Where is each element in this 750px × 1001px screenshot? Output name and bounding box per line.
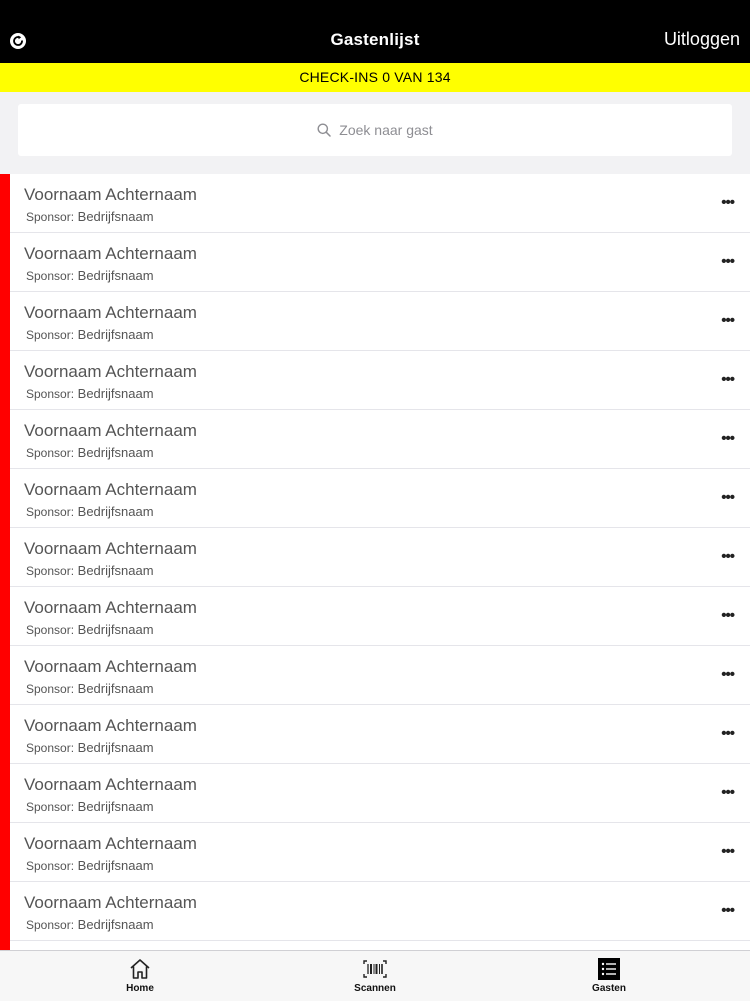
- sponsor-company: Bedrijfsnaam: [77, 563, 154, 578]
- tab-bar: Home Scannen Gasten: [0, 950, 750, 1001]
- tab-home[interactable]: Home: [100, 957, 180, 994]
- guest-name: Voornaam Achternaam: [24, 480, 197, 499]
- sponsor-company: Bedrijfsnaam: [77, 917, 154, 932]
- guest-sponsor: Sponsor: Bedrijfsnaam: [26, 799, 154, 814]
- tab-gasten[interactable]: Gasten: [569, 957, 649, 994]
- sponsor-label: Sponsor:: [26, 682, 75, 696]
- sponsor-label: Sponsor:: [26, 623, 75, 637]
- sponsor-company: Bedrijfsnaam: [77, 858, 154, 873]
- guest-sponsor: Sponsor: Bedrijfsnaam: [26, 445, 154, 460]
- sponsor-company: Bedrijfsnaam: [77, 209, 154, 224]
- page-title: Gastenlijst: [330, 30, 420, 49]
- more-options-icon[interactable]: •••: [721, 430, 735, 447]
- guest-row[interactable]: Voornaam Achternaam Sponsor: Bedrijfsnaam…: [10, 882, 750, 941]
- guest-sponsor: Sponsor: Bedrijfsnaam: [26, 681, 154, 696]
- search-input[interactable]: Zoek naar gast: [18, 104, 732, 156]
- sponsor-label: Sponsor:: [26, 918, 75, 932]
- sponsor-label: Sponsor:: [26, 564, 75, 578]
- sponsor-company: Bedrijfsnaam: [77, 445, 154, 460]
- guest-sponsor: Sponsor: Bedrijfsnaam: [26, 858, 154, 873]
- search-container: Zoek naar gast: [0, 92, 750, 174]
- more-options-icon[interactable]: •••: [721, 371, 735, 388]
- more-options-icon[interactable]: •••: [721, 666, 735, 683]
- sponsor-label: Sponsor:: [26, 800, 75, 814]
- tab-scannen[interactable]: Scannen: [335, 957, 415, 994]
- guest-name: Voornaam Achternaam: [24, 362, 197, 381]
- sponsor-company: Bedrijfsnaam: [77, 622, 154, 637]
- guest-name: Voornaam Achternaam: [24, 893, 197, 912]
- guest-name: Voornaam Achternaam: [24, 657, 197, 676]
- search-icon: [317, 123, 332, 137]
- sponsor-label: Sponsor:: [26, 328, 75, 342]
- tab-scannen-label: Scannen: [354, 983, 396, 994]
- search-placeholder: Zoek naar gast: [339, 122, 433, 138]
- tab-home-label: Home: [126, 983, 154, 994]
- guest-sponsor: Sponsor: Bedrijfsnaam: [26, 268, 154, 283]
- list-icon: [598, 958, 620, 980]
- logout-button[interactable]: Uitloggen: [664, 29, 740, 50]
- sponsor-company: Bedrijfsnaam: [77, 681, 154, 696]
- guest-row[interactable]: Voornaam Achternaam Sponsor: Bedrijfsnaam…: [10, 351, 750, 410]
- sponsor-company: Bedrijfsnaam: [77, 386, 154, 401]
- sponsor-label: Sponsor:: [26, 741, 75, 755]
- barcode-icon: [363, 960, 387, 978]
- guest-row[interactable]: Voornaam Achternaam Sponsor: Bedrijfsnaam…: [10, 764, 750, 823]
- guest-row[interactable]: Voornaam Achternaam Sponsor: Bedrijfsnaam…: [10, 292, 750, 351]
- more-options-icon[interactable]: •••: [721, 725, 735, 742]
- guest-sponsor: Sponsor: Bedrijfsnaam: [26, 386, 154, 401]
- more-options-icon[interactable]: •••: [721, 312, 735, 329]
- guest-row[interactable]: Voornaam Achternaam Sponsor: Bedrijfsnaam…: [10, 646, 750, 705]
- sponsor-company: Bedrijfsnaam: [77, 327, 154, 342]
- guest-name: Voornaam Achternaam: [24, 775, 197, 794]
- guest-row[interactable]: Voornaam Achternaam Sponsor: Bedrijfsnaam…: [10, 528, 750, 587]
- sponsor-company: Bedrijfsnaam: [77, 799, 154, 814]
- sponsor-label: Sponsor:: [26, 269, 75, 283]
- guest-sponsor: Sponsor: Bedrijfsnaam: [26, 209, 154, 224]
- sponsor-label: Sponsor:: [26, 505, 75, 519]
- checkins-banner: CHECK-INS 0 VAN 134: [0, 63, 750, 92]
- more-options-icon[interactable]: •••: [721, 607, 735, 624]
- guest-sponsor: Sponsor: Bedrijfsnaam: [26, 917, 154, 932]
- guest-row[interactable]: Voornaam Achternaam Sponsor: Bedrijfsnaam…: [10, 705, 750, 764]
- sponsor-label: Sponsor:: [26, 210, 75, 224]
- guest-row[interactable]: Voornaam Achternaam Sponsor: Bedrijfsnaam…: [10, 469, 750, 528]
- guest-name: Voornaam Achternaam: [24, 539, 197, 558]
- status-indicator-bar: [0, 174, 10, 950]
- home-icon: [130, 959, 150, 979]
- guest-name: Voornaam Achternaam: [24, 244, 197, 263]
- guest-name: Voornaam Achternaam: [24, 303, 197, 322]
- guest-row[interactable]: Voornaam Achternaam Sponsor: Bedrijfsnaam…: [10, 587, 750, 646]
- sponsor-company: Bedrijfsnaam: [77, 268, 154, 283]
- guest-sponsor: Sponsor: Bedrijfsnaam: [26, 504, 154, 519]
- more-options-icon[interactable]: •••: [721, 548, 735, 565]
- guest-name: Voornaam Achternaam: [24, 421, 197, 440]
- guest-row[interactable]: Voornaam Achternaam Sponsor: Bedrijfsnaam…: [10, 174, 750, 233]
- sponsor-company: Bedrijfsnaam: [77, 504, 154, 519]
- sponsor-label: Sponsor:: [26, 446, 75, 460]
- more-options-icon[interactable]: •••: [721, 253, 735, 270]
- guest-name: Voornaam Achternaam: [24, 185, 197, 204]
- guest-row[interactable]: Voornaam Achternaam Sponsor: Bedrijfsnaam…: [10, 410, 750, 469]
- guest-list: Voornaam Achternaam Sponsor: Bedrijfsnaam…: [0, 174, 750, 950]
- sponsor-label: Sponsor:: [26, 859, 75, 873]
- guest-sponsor: Sponsor: Bedrijfsnaam: [26, 563, 154, 578]
- guest-name: Voornaam Achternaam: [24, 598, 197, 617]
- guest-row[interactable]: Voornaam Achternaam Sponsor: Bedrijfsnaam…: [10, 823, 750, 882]
- sponsor-label: Sponsor:: [26, 387, 75, 401]
- guest-sponsor: Sponsor: Bedrijfsnaam: [26, 327, 154, 342]
- tab-gasten-label: Gasten: [592, 983, 626, 994]
- guest-row[interactable]: Voornaam Achternaam Sponsor: Bedrijfsnaam…: [10, 233, 750, 292]
- sponsor-company: Bedrijfsnaam: [77, 740, 154, 755]
- more-options-icon[interactable]: •••: [721, 843, 735, 860]
- navigation-bar: Gastenlijst Uitloggen: [0, 0, 750, 63]
- more-options-icon[interactable]: •••: [721, 902, 735, 919]
- more-options-icon[interactable]: •••: [721, 784, 735, 801]
- guest-sponsor: Sponsor: Bedrijfsnaam: [26, 622, 154, 637]
- guest-name: Voornaam Achternaam: [24, 834, 197, 853]
- guest-sponsor: Sponsor: Bedrijfsnaam: [26, 740, 154, 755]
- more-options-icon[interactable]: •••: [721, 194, 735, 211]
- guest-name: Voornaam Achternaam: [24, 716, 197, 735]
- more-options-icon[interactable]: •••: [721, 489, 735, 506]
